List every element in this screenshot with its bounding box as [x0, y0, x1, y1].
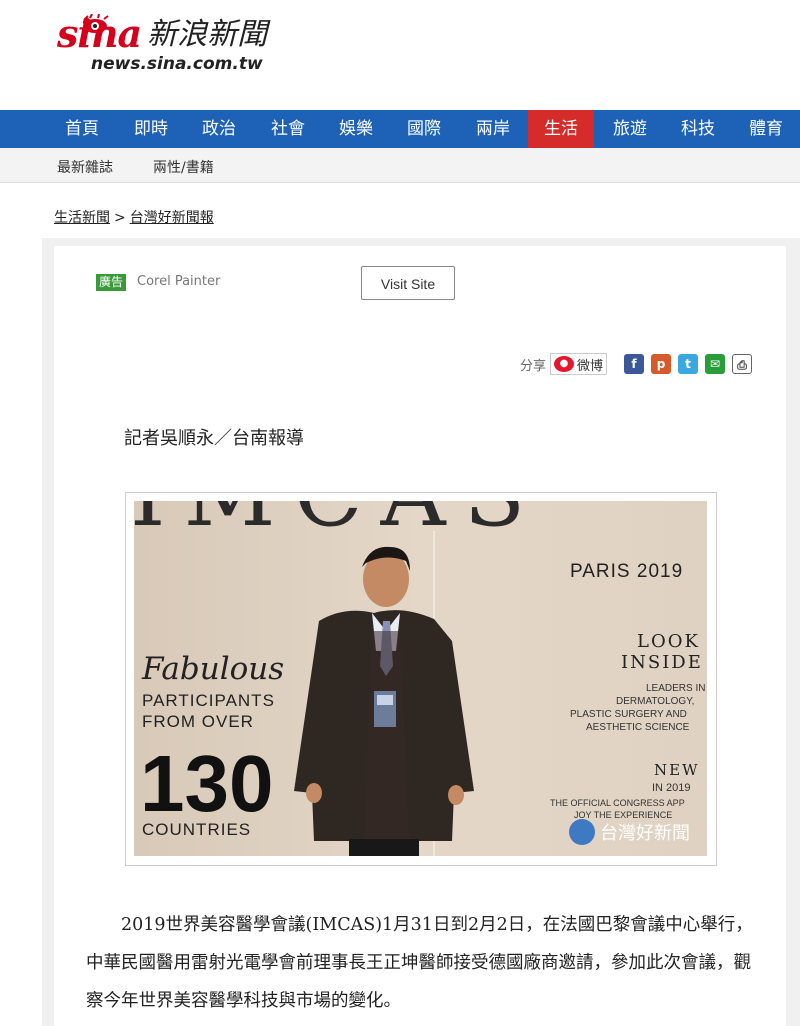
- subnav-item-relationships[interactable]: 兩性/書籍: [153, 157, 214, 177]
- share-label: 分享: [520, 358, 547, 374]
- site-header: sina 新浪新聞 news.sina.com.tw: [0, 0, 800, 110]
- sub-nav: 最新雜誌 兩性/書籍: [0, 148, 800, 183]
- photo-watermark-text: 台灣好新聞: [600, 823, 690, 844]
- nav-item-cross-strait[interactable]: 兩岸: [459, 110, 527, 148]
- photo-illustration: IMCAS PARIS 2019 LOOK INSIDE LEADERS IN …: [134, 501, 707, 856]
- photo-fabulous-text: Fabulous: [141, 651, 284, 687]
- photo-participants-text: PARTICIPANTS: [142, 691, 275, 710]
- main-nav: 首頁 即時 政治 社會 娛樂 國際 兩岸 生活 旅遊 科技 體育: [0, 110, 800, 148]
- article-paragraph: 2019世界美容醫學會議(IMCAS)1月31日到2月2日，在法國巴黎會議中心舉…: [86, 915, 753, 1011]
- photo-number-text: 130: [140, 739, 273, 828]
- facebook-icon[interactable]: f: [624, 354, 645, 374]
- photo-imcas-text: IMCAS: [134, 501, 543, 547]
- photo-leaders-line1: LEADERS IN: [646, 683, 705, 694]
- plurk-icon[interactable]: p: [651, 354, 672, 374]
- nav-item-travel[interactable]: 旅遊: [596, 110, 664, 148]
- ad-badge: 廣告: [96, 274, 127, 291]
- breadcrumb-good-news[interactable]: 台灣好新聞報: [130, 210, 214, 226]
- subnav-item-magazine[interactable]: 最新雜誌: [57, 157, 113, 177]
- photo-leaders-line4: AESTHETIC SCIENCE: [586, 722, 690, 733]
- nav-item-tech[interactable]: 科技: [664, 110, 732, 148]
- photo-countries-text: COUNTRIES: [142, 820, 251, 839]
- photo-inside-text: INSIDE: [621, 652, 703, 673]
- photo-leaders-line2: DERMATOLOGY,: [616, 696, 694, 707]
- photo-in-year-text: IN 2019: [652, 782, 691, 794]
- nav-item-international[interactable]: 國際: [390, 110, 458, 148]
- article-photo-frame: IMCAS PARIS 2019 LOOK INSIDE LEADERS IN …: [125, 492, 717, 866]
- weibo-icon: ●: [554, 356, 575, 372]
- photo-leaders-line3: PLASTIC SURGERY AND: [570, 709, 687, 720]
- photo-app-line2: JOY THE EXPERIENCE: [574, 810, 672, 820]
- logo-chinese-title: 新浪新聞: [147, 17, 268, 52]
- nav-item-entertainment[interactable]: 娛樂: [322, 110, 390, 148]
- article-photo[interactable]: IMCAS PARIS 2019 LOOK INSIDE LEADERS IN …: [134, 501, 707, 856]
- share-bar: 分享 ● 微博 f p t ✉ ⎙: [520, 352, 753, 376]
- photo-from-over-text: FROM OVER: [142, 712, 254, 731]
- nav-item-politics[interactable]: 政治: [185, 110, 253, 148]
- ad-advertiser[interactable]: Corel Painter: [137, 274, 220, 289]
- nav-item-sports[interactable]: 體育: [732, 110, 800, 148]
- nav-item-life[interactable]: 生活: [528, 110, 594, 148]
- nav-item-home[interactable]: 首頁: [48, 110, 116, 148]
- photo-app-line1: THE OFFICIAL CONGRESS APP: [550, 798, 685, 808]
- photo-new-text: NEW: [654, 761, 700, 779]
- weibo-label: 微博: [577, 358, 604, 374]
- twitter-icon[interactable]: t: [678, 354, 699, 374]
- visit-site-button[interactable]: Visit Site: [361, 266, 455, 300]
- breadcrumb-separator: >: [114, 210, 126, 226]
- breadcrumb-life-news[interactable]: 生活新聞: [54, 210, 110, 226]
- sina-eye-icon: [83, 14, 109, 33]
- nav-item-society[interactable]: 社會: [254, 110, 322, 148]
- photo-look-text: LOOK: [637, 631, 700, 652]
- print-icon[interactable]: ⎙: [732, 354, 753, 374]
- line-icon[interactable]: ✉: [705, 354, 726, 374]
- breadcrumb: 生活新聞 > 台灣好新聞報: [54, 207, 214, 227]
- article-byline: 記者吳順永／台南報導: [124, 428, 304, 449]
- nav-item-latest[interactable]: 即時: [117, 110, 185, 148]
- photo-event-text: PARIS 2019: [570, 561, 683, 582]
- logo-domain: news.sina.com.tw: [91, 54, 263, 74]
- weibo-share-button[interactable]: ● 微博: [550, 353, 608, 375]
